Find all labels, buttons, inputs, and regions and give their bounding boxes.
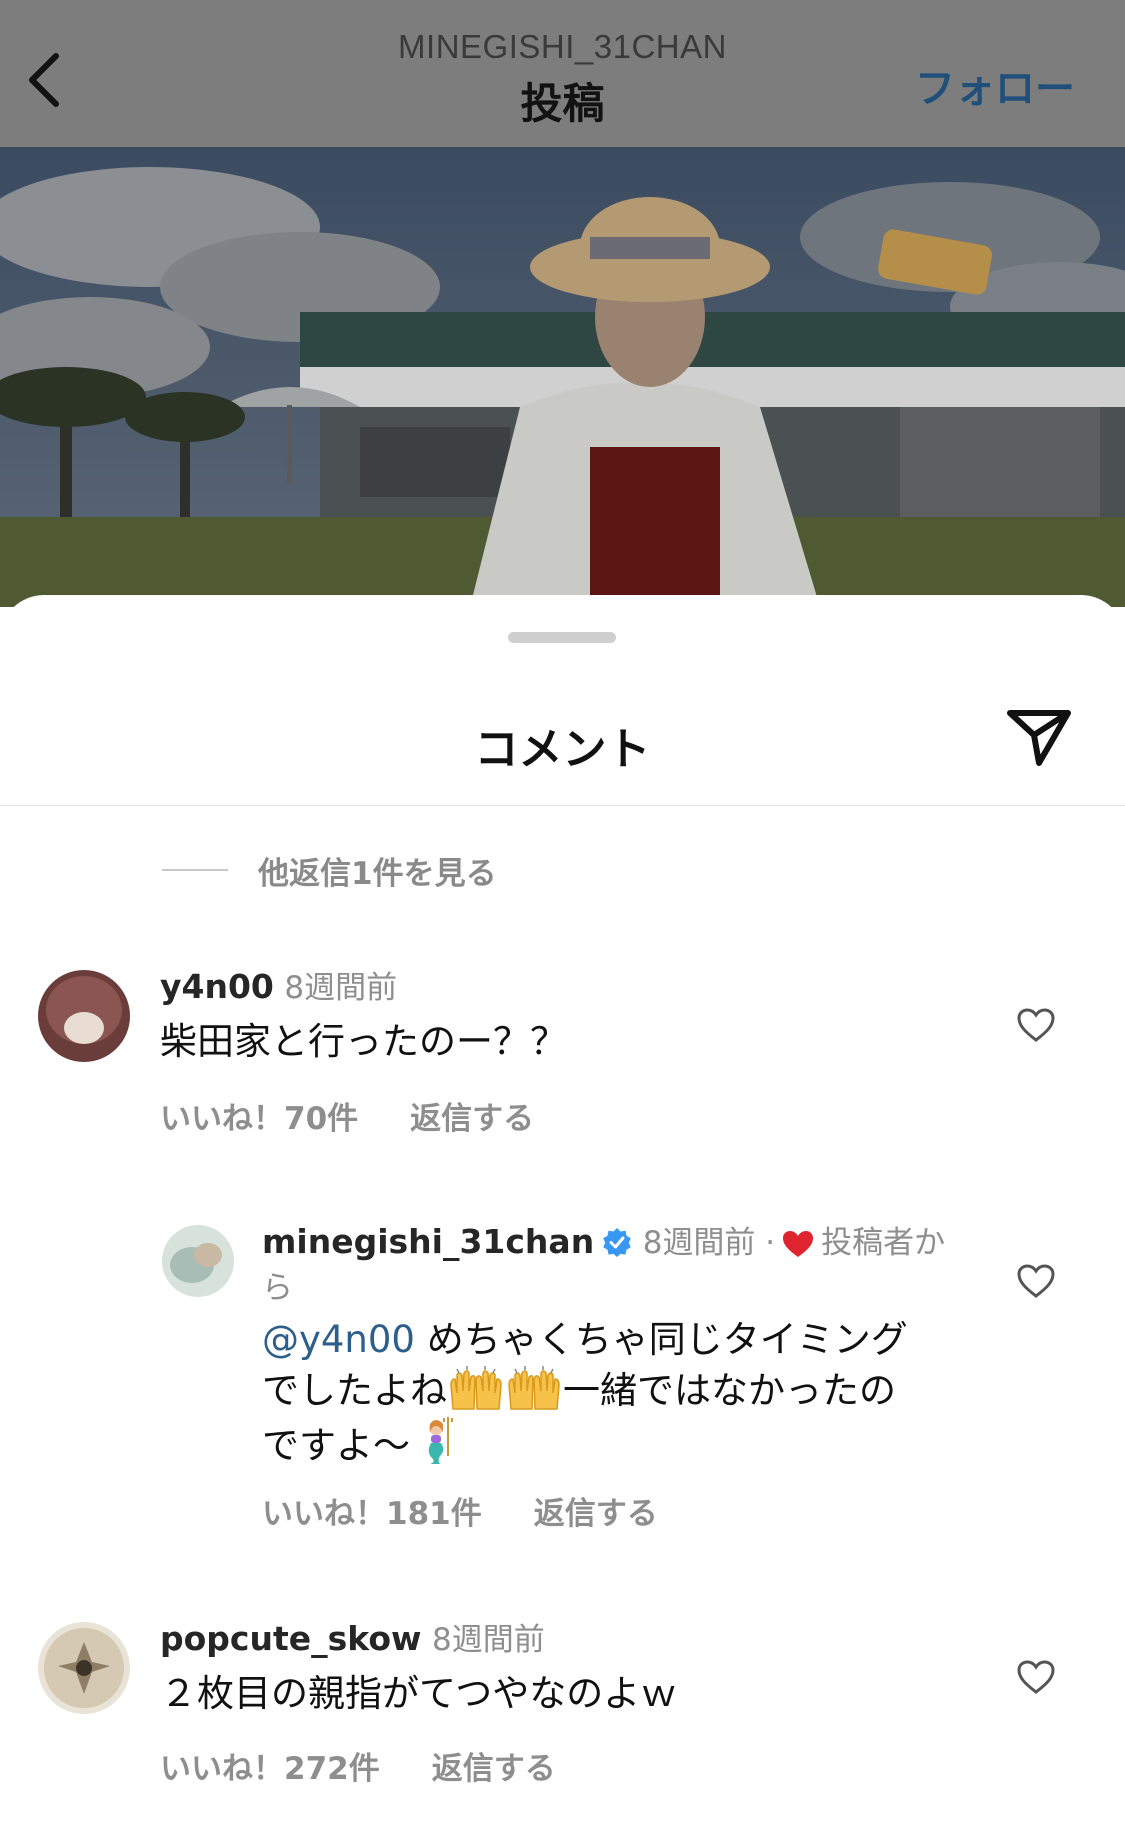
comment-time: 8週間前 (284, 970, 398, 1006)
avatar[interactable] (38, 970, 130, 1062)
comment-username[interactable]: popcute_skow (160, 1619, 422, 1658)
verified-badge-icon (603, 1228, 632, 1257)
comment-text: ２枚目の親指がてつやなのよｗ (160, 1672, 678, 1715)
comment-meta: popcute_skow 8週間前 (160, 1617, 545, 1662)
comment-meta: minegishi_31chan 8週間前 · 投稿者から (262, 1220, 962, 1310)
like-count[interactable]: いいね！272件 (160, 1743, 380, 1788)
mention-link[interactable]: @y4n00 (262, 1318, 415, 1361)
follow-button[interactable]: フォロー (915, 56, 1075, 114)
comment-actions: いいね！181件 返信する (262, 1488, 658, 1533)
comment-username[interactable]: minegishi_31chan (262, 1222, 594, 1261)
comment-text: 柴田家と行ったのー？？ (160, 1020, 567, 1063)
comment-meta: y4n00 8週間前 (160, 965, 397, 1010)
comment-time: 8週間前 (432, 1622, 545, 1658)
avatar[interactable] (162, 1225, 234, 1297)
reply-button[interactable]: 返信する (534, 1488, 658, 1533)
post-photo (0, 147, 1125, 607)
comment-text: @y4n00 めちゃくちゃ同じタイミング でしたよね 一緒ではなかったの ですよ〜 (262, 1315, 982, 1471)
sheet-grabber[interactable] (508, 632, 616, 643)
comment-username[interactable]: y4n00 (160, 967, 274, 1006)
like-count[interactable]: いいね！70件 (160, 1093, 358, 1138)
reply-button[interactable]: 返信する (410, 1093, 534, 1138)
raised-hands-emoji (450, 1366, 502, 1410)
replies-line (162, 869, 228, 871)
mermaid-emoji (428, 1417, 453, 1464)
comment-actions: いいね！272件 返信する (160, 1743, 556, 1788)
comments-title: コメント (474, 724, 651, 775)
raised-hands-emoji (508, 1366, 560, 1410)
comment-time: 8週間前 (642, 1225, 756, 1261)
red-heart-icon (783, 1231, 814, 1257)
comments-sheet: コメント 他返信1件を見る y4n00 8週間前 柴田家と行ったのー？？ いいね… (0, 595, 1125, 1843)
like-count[interactable]: いいね！181件 (262, 1488, 482, 1533)
comment-text-line1: めちゃくちゃ同じタイミング (414, 1318, 908, 1361)
separator-dot: · (755, 1225, 776, 1261)
reply-button[interactable]: 返信する (432, 1743, 556, 1788)
comment-text-line3: ですよ〜 (262, 1424, 410, 1467)
header-divider (0, 805, 1125, 806)
comment-text-line2b: 一緒ではなかったの (563, 1369, 896, 1412)
view-more-replies[interactable]: 他返信1件を見る (162, 845, 497, 895)
avatar[interactable] (38, 1622, 130, 1714)
heart-outline-icon[interactable] (1016, 1007, 1056, 1043)
comment-actions: いいね！70件 返信する (160, 1093, 534, 1138)
view-replies-label: 他返信1件を見る (258, 855, 497, 892)
post-header: MINEGISHI_31CHAN 投稿 フォロー (0, 0, 1125, 147)
heart-outline-icon[interactable] (1016, 1659, 1056, 1695)
share-send-icon[interactable] (1006, 707, 1072, 769)
heart-outline-icon[interactable] (1016, 1263, 1056, 1299)
comment-text-line2a: でしたよね (262, 1369, 447, 1412)
